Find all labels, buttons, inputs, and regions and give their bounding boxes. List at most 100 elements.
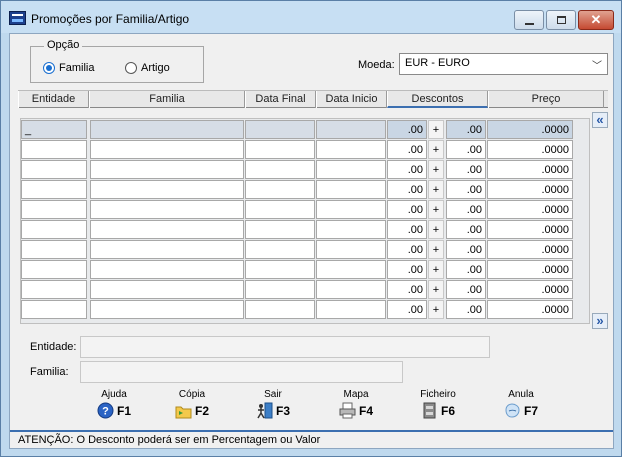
familia-cell[interactable]	[90, 120, 244, 139]
table-row[interactable]: .00 + .00.0000	[21, 240, 591, 259]
desconto2-cell[interactable]: .00	[446, 120, 486, 139]
preco-cell[interactable]: .0000	[487, 140, 573, 159]
familia-cell[interactable]	[90, 200, 244, 219]
preco-cell[interactable]: .0000	[487, 160, 573, 179]
data-inicio-cell[interactable]	[316, 140, 386, 159]
familia-cell[interactable]	[90, 260, 244, 279]
ajuda-button[interactable]: Ajuda ? F1	[83, 390, 145, 422]
moeda-select[interactable]: EUR - EURO ﹀	[399, 53, 608, 75]
entidade-cell[interactable]	[21, 240, 87, 259]
preco-cell[interactable]: .0000	[487, 180, 573, 199]
data-final-cell[interactable]	[245, 280, 315, 299]
preco-cell[interactable]: .0000	[487, 120, 573, 139]
operator-cell[interactable]: +	[428, 180, 444, 199]
operator-cell[interactable]: +	[428, 140, 444, 159]
preco-cell[interactable]: .0000	[487, 200, 573, 219]
col-header-entidade[interactable]: Entidade	[18, 91, 89, 108]
preco-cell[interactable]: .0000	[487, 240, 573, 259]
data-final-cell[interactable]	[245, 300, 315, 319]
radio-familia[interactable]: Familia	[43, 62, 94, 74]
scroll-down-button[interactable]: »	[592, 313, 608, 329]
entidade-cell[interactable]	[21, 300, 87, 319]
familia-cell[interactable]	[90, 180, 244, 199]
familia-cell[interactable]	[90, 280, 244, 299]
table-row[interactable]: .00 + .00.0000	[21, 180, 591, 199]
data-final-cell[interactable]	[245, 160, 315, 179]
desconto2-cell[interactable]: .00	[446, 220, 486, 239]
minimize-button[interactable]	[514, 10, 544, 30]
familia-cell[interactable]	[90, 220, 244, 239]
ficheiro-button[interactable]: Ficheiro F6	[407, 390, 469, 422]
operator-cell[interactable]: +	[428, 220, 444, 239]
operator-cell[interactable]: +	[428, 200, 444, 219]
table-row[interactable]: .00 + .00.0000	[21, 280, 591, 299]
operator-cell[interactable]: +	[428, 120, 444, 139]
data-inicio-cell[interactable]	[316, 120, 386, 139]
col-header-data-final[interactable]: Data Final	[245, 91, 316, 108]
familia-cell[interactable]	[90, 140, 244, 159]
table-row[interactable]: .00 + .00.0000	[21, 140, 591, 159]
operator-cell[interactable]: +	[428, 300, 444, 319]
desconto1-cell[interactable]: .00	[387, 120, 427, 139]
familia-cell[interactable]	[90, 240, 244, 259]
table-row[interactable]: .00 + .00.0000	[21, 160, 591, 179]
maximize-button[interactable]	[546, 10, 576, 30]
operator-cell[interactable]: +	[428, 240, 444, 259]
table-row[interactable]: .00 + .00.0000	[21, 220, 591, 239]
desconto1-cell[interactable]: .00	[387, 200, 427, 219]
table-row[interactable]: .00 + .00.0000	[21, 260, 591, 279]
desconto2-cell[interactable]: .00	[446, 300, 486, 319]
data-final-cell[interactable]	[245, 120, 315, 139]
col-header-data-inicio[interactable]: Data Inicio	[316, 91, 387, 108]
operator-cell[interactable]: +	[428, 260, 444, 279]
col-header-familia[interactable]: Familia	[89, 91, 245, 108]
entidade-cell[interactable]	[21, 220, 87, 239]
anula-button[interactable]: Anula F7	[490, 390, 552, 422]
desconto1-cell[interactable]: .00	[387, 140, 427, 159]
data-inicio-cell[interactable]	[316, 260, 386, 279]
preco-cell[interactable]: .0000	[487, 220, 573, 239]
data-final-cell[interactable]	[245, 220, 315, 239]
desconto1-cell[interactable]: .00	[387, 180, 427, 199]
desconto2-cell[interactable]: .00	[446, 200, 486, 219]
desconto2-cell[interactable]: .00	[446, 260, 486, 279]
data-inicio-cell[interactable]	[316, 300, 386, 319]
data-inicio-cell[interactable]	[316, 220, 386, 239]
data-final-cell[interactable]	[245, 200, 315, 219]
copia-button[interactable]: Cópia F2	[161, 390, 223, 422]
col-header-preco[interactable]: Preço	[488, 91, 604, 108]
desconto1-cell[interactable]: .00	[387, 280, 427, 299]
title-bar[interactable]: Promoções por Familia/Artigo ✕	[1, 1, 621, 33]
scroll-up-button[interactable]: «	[592, 112, 608, 128]
col-header-descontos[interactable]: Descontos	[387, 91, 488, 108]
operator-cell[interactable]: +	[428, 160, 444, 179]
desconto2-cell[interactable]: .00	[446, 140, 486, 159]
radio-artigo[interactable]: Artigo	[125, 62, 170, 74]
table-row[interactable]: .00 + .00.0000	[21, 300, 591, 319]
desconto1-cell[interactable]: .00	[387, 300, 427, 319]
mapa-button[interactable]: Mapa F4	[325, 390, 387, 422]
close-button[interactable]: ✕	[578, 10, 614, 30]
table-row[interactable]: .00 + .00.0000	[21, 200, 591, 219]
data-inicio-cell[interactable]	[316, 240, 386, 259]
preco-cell[interactable]: .0000	[487, 300, 573, 319]
desconto2-cell[interactable]: .00	[446, 160, 486, 179]
entidade-cell[interactable]: _	[21, 120, 87, 139]
desconto1-cell[interactable]: .00	[387, 160, 427, 179]
desconto2-cell[interactable]: .00	[446, 280, 486, 299]
data-inicio-cell[interactable]	[316, 160, 386, 179]
table-row[interactable]: _ .00 + .00.0000	[21, 120, 591, 139]
familia-cell[interactable]	[90, 300, 244, 319]
preco-cell[interactable]: .0000	[487, 280, 573, 299]
desconto2-cell[interactable]: .00	[446, 180, 486, 199]
entidade-cell[interactable]	[21, 200, 87, 219]
familia-cell[interactable]	[90, 160, 244, 179]
entidade-cell[interactable]	[21, 160, 87, 179]
entidade-cell[interactable]	[21, 260, 87, 279]
operator-cell[interactable]: +	[428, 280, 444, 299]
sair-button[interactable]: Sair F3	[242, 390, 304, 422]
entidade-cell[interactable]	[21, 280, 87, 299]
data-final-cell[interactable]	[245, 180, 315, 199]
data-inicio-cell[interactable]	[316, 200, 386, 219]
data-final-cell[interactable]	[245, 240, 315, 259]
